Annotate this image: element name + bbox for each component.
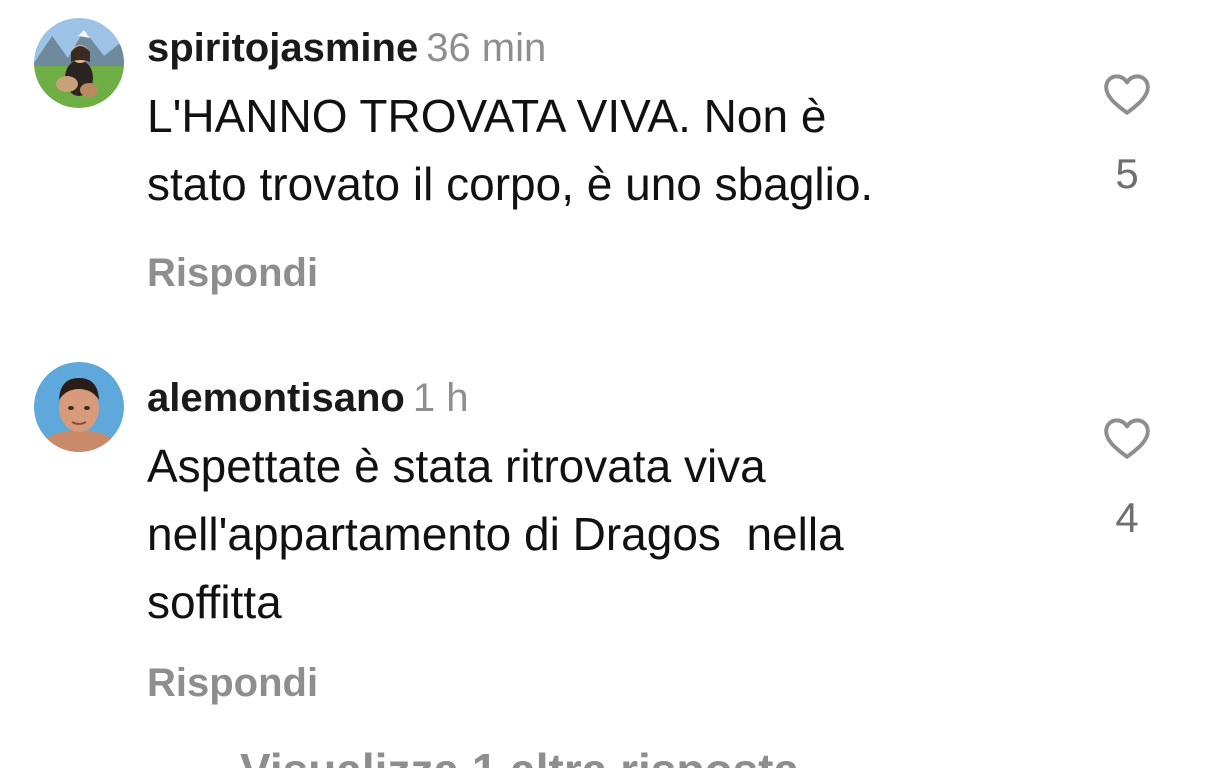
comment-text: L'HANNO TROVATA VIVA. Non è stato trovat…: [147, 82, 1047, 218]
like-count: 5: [1115, 150, 1139, 197]
comments-page: spiritojasmine 36 min L'HANNO TROVATA VIV…: [0, 0, 1205, 768]
reply-button[interactable]: Rispondi: [147, 658, 318, 708]
comment-meta: alemontisano 1 h: [147, 372, 1047, 424]
heart-outline-icon[interactable]: [1102, 414, 1152, 460]
comment-body: alemontisano 1 h Aspettate è stata ritrov…: [147, 372, 1047, 636]
comment-text-line: L'HANNO TROVATA VIVA. Non è: [147, 90, 827, 142]
avatar[interactable]: [34, 362, 124, 452]
username[interactable]: spiritojasmine: [147, 26, 418, 70]
comment-item: alemontisano 1 h Aspettate è stata ritrov…: [0, 340, 1205, 730]
user-avatar-icon: [34, 18, 124, 108]
username[interactable]: alemontisano: [147, 376, 405, 420]
comment-meta: spiritojasmine 36 min: [147, 22, 1047, 74]
comment-text-line: stato trovato il corpo, è uno sbaglio.: [147, 158, 874, 210]
like-count: 4: [1115, 494, 1139, 541]
comment-text-line: nell'appartamento di Dragos nella: [147, 508, 844, 560]
reply-button[interactable]: Rispondi: [147, 248, 318, 298]
comment-item: spiritojasmine 36 min L'HANNO TROVATA VIV…: [0, 0, 1205, 340]
comment-body: spiritojasmine 36 min L'HANNO TROVATA VIV…: [147, 22, 1047, 218]
comment-text-line: Aspettate è stata ritrovata viva: [147, 440, 766, 492]
like-control: 5: [1096, 70, 1158, 198]
user-avatar-icon: [34, 362, 124, 452]
timestamp: 36 min: [426, 26, 547, 70]
like-control: 4: [1096, 414, 1158, 542]
comment-text: Aspettate è stata ritrovata viva nell'ap…: [147, 432, 1047, 636]
timestamp: 1 h: [412, 376, 469, 420]
view-more-replies-button[interactable]: Visualizza 1 altra risposta: [240, 742, 799, 768]
comment-text-line: soffitta: [147, 576, 282, 628]
heart-outline-icon[interactable]: [1102, 70, 1152, 116]
avatar[interactable]: [34, 18, 124, 108]
